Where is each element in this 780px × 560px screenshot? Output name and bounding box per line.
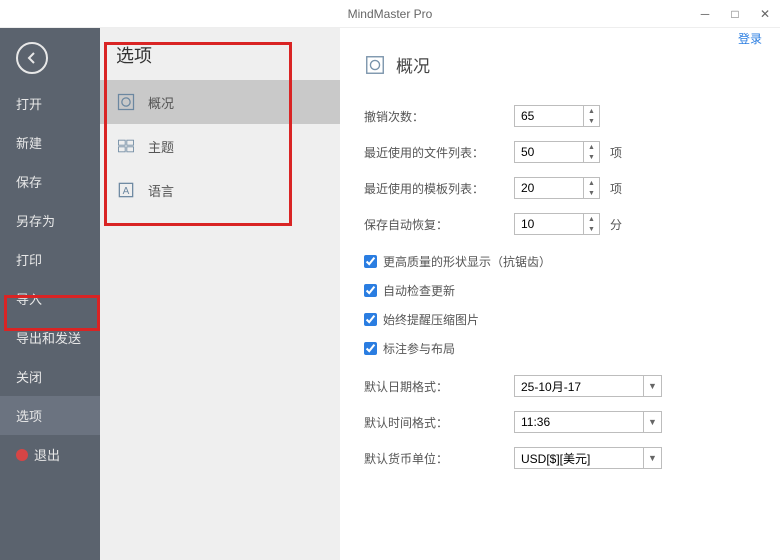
close-button[interactable]: ✕ bbox=[750, 0, 780, 28]
sidebar-item-saveas[interactable]: 另存为 bbox=[0, 201, 100, 240]
time-format-label: 默认时间格式： bbox=[364, 414, 514, 431]
currency-input[interactable] bbox=[514, 447, 644, 469]
sidebar-item-import[interactable]: 导入 bbox=[0, 279, 100, 318]
spinner-up-icon[interactable]: ▲ bbox=[584, 106, 599, 116]
date-format-label: 默认日期格式： bbox=[364, 378, 514, 395]
spinner-up-icon[interactable]: ▲ bbox=[584, 178, 599, 188]
spinner-down-icon[interactable]: ▼ bbox=[584, 188, 599, 198]
date-format-combo[interactable]: ▼ bbox=[514, 375, 662, 397]
back-button[interactable] bbox=[16, 42, 48, 74]
spinner-up-icon[interactable]: ▲ bbox=[584, 214, 599, 224]
checkbox-input[interactable] bbox=[364, 342, 377, 355]
spinner-up-icon[interactable]: ▲ bbox=[584, 142, 599, 152]
sidebar-item-label: 另存为 bbox=[16, 211, 55, 230]
sidebar-item-print[interactable]: 打印 bbox=[0, 240, 100, 279]
options-subpanel: 选项 概况 主题 A 语言 bbox=[100, 28, 340, 560]
hq-shapes-checkbox[interactable]: 更高质量的形状显示（抗锯齿） bbox=[364, 253, 760, 270]
arrow-left-icon bbox=[24, 50, 40, 66]
general-icon bbox=[364, 54, 386, 76]
unit-label: 项 bbox=[610, 144, 622, 161]
sidebar-item-new[interactable]: 新建 bbox=[0, 123, 100, 162]
content-panel: 概况 撤销次数： ▲▼ 最近使用的文件列表： ▲▼ 项 最近使用的模板列表： ▲… bbox=[340, 28, 780, 560]
sidebar-item-label: 打开 bbox=[16, 94, 42, 113]
spinner-down-icon[interactable]: ▼ bbox=[584, 152, 599, 162]
subpanel-item-label: 语言 bbox=[148, 181, 174, 200]
auto-update-checkbox[interactable]: 自动检查更新 bbox=[364, 282, 760, 299]
theme-icon bbox=[116, 136, 136, 156]
dropdown-icon[interactable]: ▼ bbox=[644, 447, 662, 469]
sidebar-item-export[interactable]: 导出和发送 bbox=[0, 318, 100, 357]
checkbox-input[interactable] bbox=[364, 313, 377, 326]
unit-label: 项 bbox=[610, 180, 622, 197]
sidebar-item-label: 保存 bbox=[16, 172, 42, 191]
checkbox-input[interactable] bbox=[364, 284, 377, 297]
recent-files-spinner[interactable]: ▲▼ bbox=[514, 141, 600, 163]
content-title: 概况 bbox=[396, 52, 430, 77]
autosave-label: 保存自动恢复： bbox=[364, 216, 514, 233]
undo-spinner[interactable]: ▲▼ bbox=[514, 105, 600, 127]
recent-templates-input[interactable] bbox=[514, 177, 584, 199]
time-format-input[interactable] bbox=[514, 411, 644, 433]
checkbox-label: 自动检查更新 bbox=[383, 282, 455, 299]
checkbox-label: 标注参与布局 bbox=[383, 340, 455, 357]
time-format-combo[interactable]: ▼ bbox=[514, 411, 662, 433]
subpanel-item-label: 主题 bbox=[148, 137, 174, 156]
sidebar-item-exit[interactable]: 退出 bbox=[0, 435, 100, 474]
checkbox-label: 始终提醒压缩图片 bbox=[383, 311, 479, 328]
checkbox-label: 更高质量的形状显示（抗锯齿） bbox=[383, 253, 551, 270]
sidebar-item-options[interactable]: 选项 bbox=[0, 396, 100, 435]
dropdown-icon[interactable]: ▼ bbox=[644, 411, 662, 433]
recent-files-input[interactable] bbox=[514, 141, 584, 163]
sidebar-item-label: 选项 bbox=[16, 406, 42, 425]
sidebar-item-close[interactable]: 关闭 bbox=[0, 357, 100, 396]
spinner-down-icon[interactable]: ▼ bbox=[584, 116, 599, 126]
app-title: MindMaster Pro bbox=[348, 7, 433, 21]
recent-files-label: 最近使用的文件列表： bbox=[364, 144, 514, 161]
maximize-button[interactable]: □ bbox=[720, 0, 750, 28]
subpanel-item-language[interactable]: A 语言 bbox=[100, 168, 340, 212]
sidebar-item-open[interactable]: 打开 bbox=[0, 84, 100, 123]
undo-input[interactable] bbox=[514, 105, 584, 127]
recent-templates-label: 最近使用的模板列表： bbox=[364, 180, 514, 197]
exit-indicator-icon bbox=[16, 449, 28, 461]
subpanel-item-label: 概况 bbox=[148, 93, 174, 112]
sidebar-item-label: 新建 bbox=[16, 133, 42, 152]
sidebar-item-label: 关闭 bbox=[16, 367, 42, 386]
autosave-input[interactable] bbox=[514, 213, 584, 235]
label-layout-checkbox[interactable]: 标注参与布局 bbox=[364, 340, 760, 357]
sidebar-item-save[interactable]: 保存 bbox=[0, 162, 100, 201]
sidebar: 打开 新建 保存 另存为 打印 导入 导出和发送 关闭 选项 退出 bbox=[0, 28, 100, 560]
sidebar-item-label: 导出和发送 bbox=[16, 328, 81, 347]
sidebar-item-label: 导入 bbox=[16, 289, 42, 308]
minimize-button[interactable]: ─ bbox=[690, 0, 720, 28]
autosave-spinner[interactable]: ▲▼ bbox=[514, 213, 600, 235]
svg-text:A: A bbox=[123, 186, 130, 197]
currency-label: 默认货币单位： bbox=[364, 450, 514, 467]
subpanel-item-theme[interactable]: 主题 bbox=[100, 124, 340, 168]
checkbox-input[interactable] bbox=[364, 255, 377, 268]
dropdown-icon[interactable]: ▼ bbox=[644, 375, 662, 397]
general-icon bbox=[116, 92, 136, 112]
subpanel-item-general[interactable]: 概况 bbox=[100, 80, 340, 124]
date-format-input[interactable] bbox=[514, 375, 644, 397]
unit-label: 分 bbox=[610, 216, 622, 233]
subpanel-title: 选项 bbox=[100, 42, 340, 80]
recent-templates-spinner[interactable]: ▲▼ bbox=[514, 177, 600, 199]
undo-label: 撤销次数： bbox=[364, 108, 514, 125]
currency-combo[interactable]: ▼ bbox=[514, 447, 662, 469]
spinner-down-icon[interactable]: ▼ bbox=[584, 224, 599, 234]
sidebar-item-label: 退出 bbox=[34, 445, 60, 464]
sidebar-item-label: 打印 bbox=[16, 250, 42, 269]
compress-img-checkbox[interactable]: 始终提醒压缩图片 bbox=[364, 311, 760, 328]
language-icon: A bbox=[116, 180, 136, 200]
